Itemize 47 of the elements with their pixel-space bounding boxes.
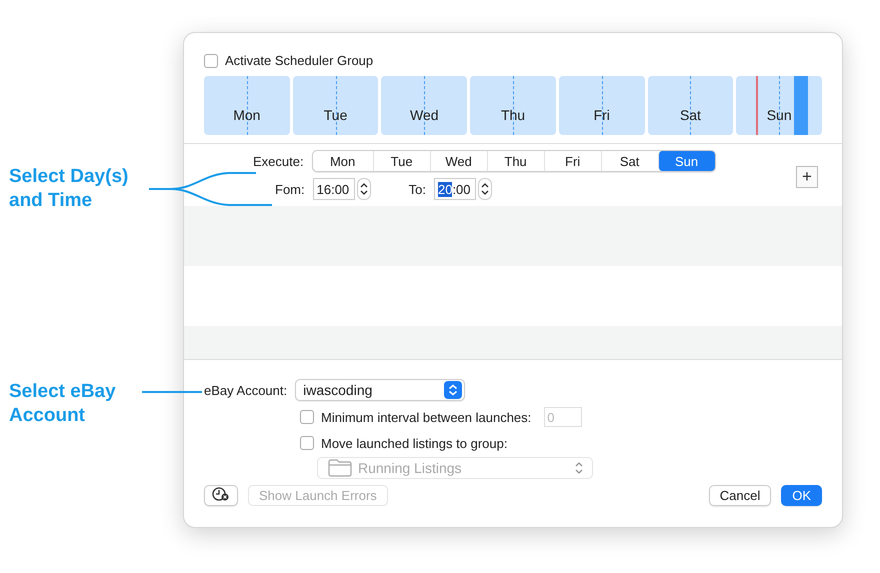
day-label: Wed [409,107,440,123]
callout-label: Select eBay Account [9,380,117,428]
account-dropdown[interactable]: iwascoding [295,379,466,401]
day-label: Sun [766,107,793,123]
chevrons-icon [574,461,584,475]
day-block[interactable]: Sat [648,76,734,135]
day-label: Mon [232,107,262,123]
checkbox[interactable] [204,54,218,68]
clock-button[interactable] [204,485,238,506]
callout-label: Select Day(s) and Time [9,165,130,213]
time-field[interactable]: 20:00 [434,178,476,200]
checkbox-label: Activate Scheduler Group [225,53,374,68]
checkbox-label: Minimum interval between launches: [321,410,532,424]
interval-field[interactable]: 0 [544,407,582,427]
day-block[interactable]: Tue [292,76,378,135]
day-block[interactable]: Mon [204,76,290,135]
day-segment[interactable]: Sun [658,151,715,171]
day-segment[interactable]: Fri [544,151,601,171]
day-block[interactable]: Wed [381,76,468,135]
chevrons-icon [444,381,462,399]
day-label: Thu [500,107,526,123]
checkbox[interactable] [300,436,314,450]
day-segment[interactable]: Thu [486,151,544,171]
day-segment[interactable]: Tue [372,151,430,171]
clock-icon [211,486,231,502]
add-button[interactable]: + [796,166,818,188]
day-block[interactable]: Sun [736,76,822,135]
time-field[interactable]: 16:00 [312,178,355,200]
to-label: To: [408,182,426,196]
day-segment[interactable]: Mon [312,151,373,171]
day-label: Tue [322,107,348,123]
leader-line [142,390,202,394]
stepper-icon[interactable] [478,178,492,200]
day-label: Fri [592,107,611,123]
checkbox[interactable] [300,410,314,424]
folder-icon [328,459,352,477]
stepper-icon[interactable] [356,178,371,200]
day-block[interactable]: Fri [558,76,645,135]
day-label: Sat [678,107,702,123]
from-label: Fom: [275,182,305,196]
account-label: eBay Account: [204,382,288,398]
ok-button[interactable]: OK [781,485,822,506]
day-segment[interactable]: Wed [430,151,487,171]
execute-label: Execute: [253,154,304,168]
cancel-button[interactable]: Cancel [708,485,772,506]
day-block[interactable]: Thu [470,76,556,135]
checkbox-label: Move launched listings to group: [321,436,508,450]
